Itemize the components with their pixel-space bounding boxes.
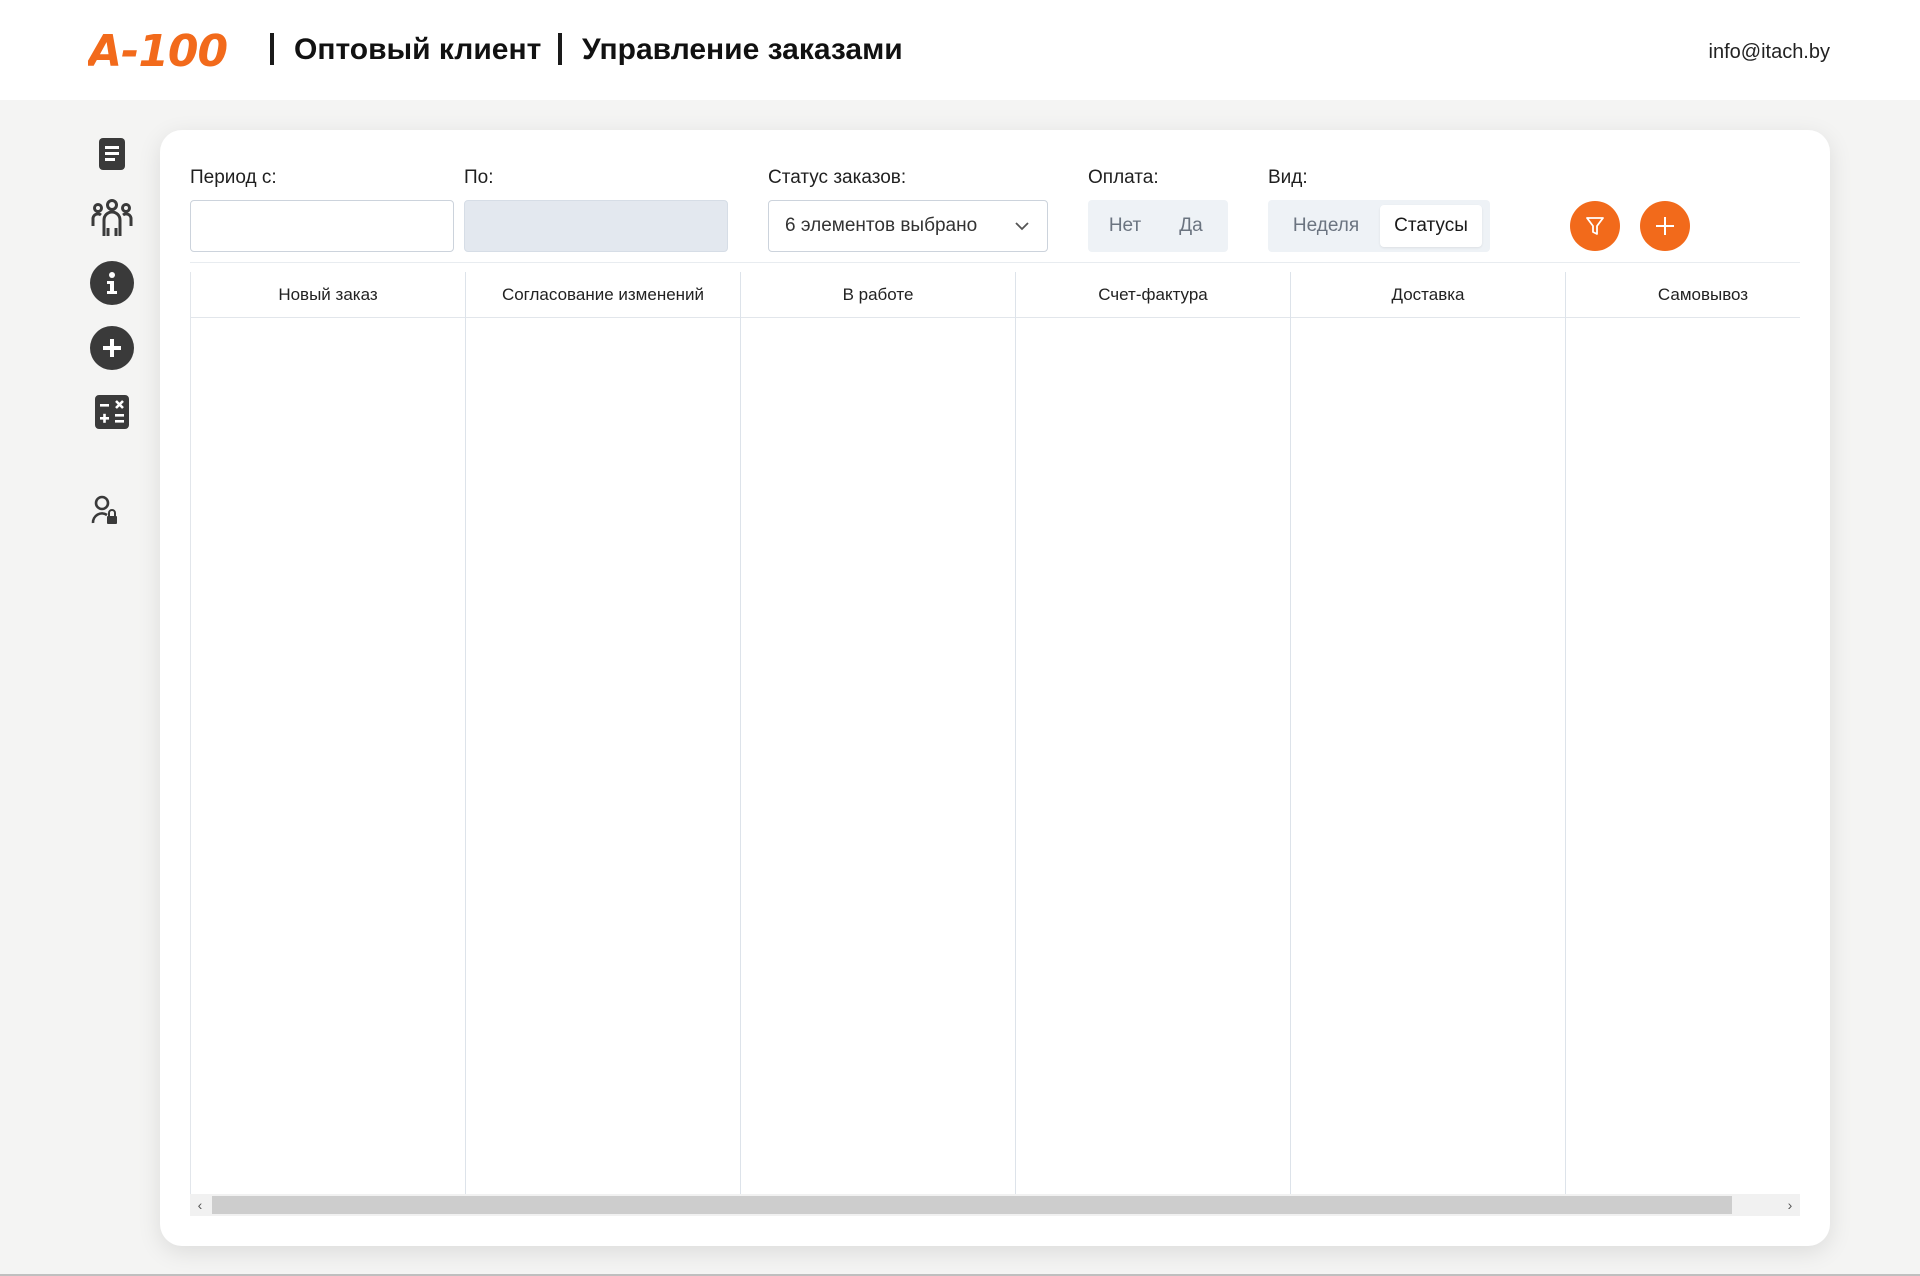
header-separator bbox=[270, 33, 274, 65]
header-title-client: Оптовый клиент bbox=[294, 33, 542, 66]
period-to-label: По: bbox=[464, 167, 494, 188]
top-header: A-100 Оптовый клиент Управление заказами… bbox=[0, 0, 1920, 100]
filter-icon bbox=[1586, 217, 1604, 235]
add-order-button[interactable] bbox=[1640, 201, 1690, 251]
column-header-delivery: Доставка bbox=[1291, 272, 1565, 318]
payment-label: Оплата: bbox=[1088, 167, 1159, 188]
period-from-label: Период с: bbox=[190, 167, 277, 188]
order-status-value: 6 элементов выбрано bbox=[785, 215, 978, 236]
svg-text:A-100: A-100 bbox=[88, 26, 228, 77]
document-icon[interactable] bbox=[96, 134, 128, 174]
column-header-invoice: Счет-фактура bbox=[1016, 272, 1290, 318]
contact-email[interactable]: info@itach.by bbox=[1709, 40, 1830, 64]
add-icon[interactable] bbox=[90, 326, 134, 370]
a100-logo[interactable]: A-100 bbox=[88, 22, 252, 78]
filter-button[interactable] bbox=[1570, 201, 1620, 251]
kanban-column: Доставка bbox=[1291, 272, 1566, 1204]
kanban-column: Счет-фактура bbox=[1016, 272, 1291, 1204]
column-header-pickup: Самовывоз bbox=[1566, 272, 1800, 318]
header-separator bbox=[558, 33, 562, 65]
horizontal-scrollbar[interactable]: ‹ › bbox=[190, 1194, 1800, 1216]
user-lock-icon[interactable] bbox=[90, 494, 120, 526]
chevron-down-icon bbox=[1015, 222, 1029, 231]
column-header-in-progress: В работе bbox=[741, 272, 1015, 318]
scrollbar-thumb[interactable] bbox=[212, 1196, 1732, 1214]
column-header-approval: Согласование изменений bbox=[466, 272, 740, 318]
view-option-statuses[interactable]: Статусы bbox=[1380, 205, 1482, 247]
kanban-column: Согласование изменений bbox=[466, 272, 741, 1204]
kanban-board: Новый заказ Согласование изменений В раб… bbox=[190, 272, 1800, 1204]
scroll-right-icon[interactable]: › bbox=[1780, 1194, 1800, 1216]
kanban-column: Новый заказ bbox=[191, 272, 466, 1204]
period-to-input[interactable] bbox=[464, 200, 728, 252]
period-from-input[interactable] bbox=[190, 200, 454, 252]
order-status-select[interactable]: 6 элементов выбрано bbox=[768, 200, 1048, 252]
order-status-label: Статус заказов: bbox=[768, 167, 907, 188]
view-label: Вид: bbox=[1268, 167, 1308, 188]
header-title-orders: Управление заказами bbox=[582, 33, 903, 66]
scroll-left-icon[interactable]: ‹ bbox=[190, 1194, 210, 1216]
kanban-column: Самовывоз bbox=[1566, 272, 1800, 1204]
info-icon[interactable] bbox=[90, 261, 134, 305]
column-header-new-order: Новый заказ bbox=[191, 272, 465, 318]
payment-option-yes[interactable]: Да bbox=[1158, 205, 1224, 247]
view-option-week[interactable]: Неделя bbox=[1272, 205, 1380, 247]
view-toggle: Неделя Статусы bbox=[1268, 200, 1490, 252]
users-icon[interactable] bbox=[90, 196, 134, 240]
orders-panel: Период с: По: Статус заказов: 6 элементо… bbox=[160, 130, 1830, 1246]
kanban-column: В работе bbox=[741, 272, 1016, 1204]
calculator-icon[interactable] bbox=[94, 394, 130, 430]
divider bbox=[190, 262, 1800, 263]
payment-option-no[interactable]: Нет bbox=[1092, 205, 1158, 247]
plus-icon bbox=[1656, 217, 1674, 235]
payment-toggle: Нет Да bbox=[1088, 200, 1228, 252]
kanban-columns: Новый заказ Согласование изменений В раб… bbox=[191, 272, 1800, 1204]
